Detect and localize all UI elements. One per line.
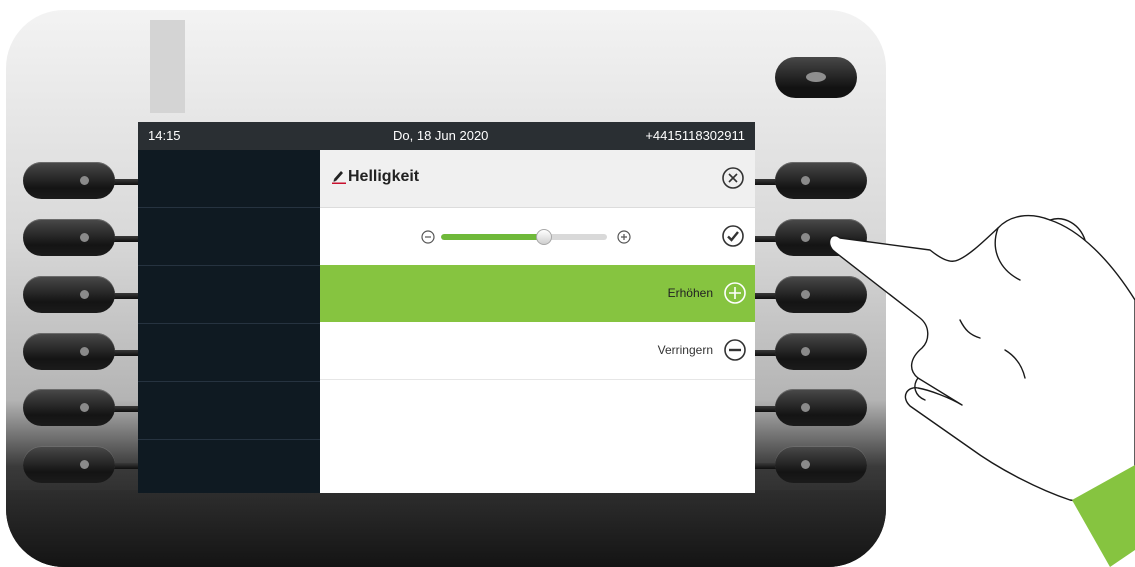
softkey-led (80, 460, 89, 469)
status-phone-number: +4415118302911 (645, 128, 745, 143)
left-key-labels-pane (138, 150, 320, 493)
left-key-label-row (138, 208, 320, 266)
pencil-icon (332, 171, 346, 184)
status-time: 14:15 (148, 128, 181, 143)
left-softkey-2[interactable] (23, 219, 115, 256)
call-indicator-light (150, 20, 185, 113)
top-right-key[interactable] (775, 57, 857, 98)
brightness-slider-knob[interactable] (535, 229, 552, 245)
left-softkey-6[interactable] (23, 446, 115, 483)
left-softkey-4[interactable] (23, 333, 115, 370)
softkey-led (80, 290, 89, 299)
status-bar: 14:15 Do, 18 Jun 2020 +4415118302911 (138, 122, 755, 150)
brightness-slider-fill (441, 234, 544, 240)
left-key-label-row (138, 382, 320, 440)
menu-item-label: Verringern (657, 343, 713, 357)
slider-minus-icon[interactable] (421, 230, 435, 244)
left-softkey-1[interactable] (23, 162, 115, 199)
brightness-menu: Helligkeit Erhöhen Verringern (320, 150, 755, 493)
left-key-label-row (138, 324, 320, 382)
phone-display: 14:15 Do, 18 Jun 2020 +4415118302911 Hel… (138, 122, 755, 493)
top-key-indicator (806, 72, 826, 82)
menu-item-decrease[interactable]: Verringern (320, 322, 755, 380)
slider-plus-icon[interactable] (617, 230, 631, 244)
softkey-led (80, 176, 89, 185)
menu-title: Helligkeit (348, 168, 420, 185)
status-date: Do, 18 Jun 2020 (393, 128, 489, 143)
menu-item-label: Erhöhen (667, 286, 713, 300)
left-key-label-row (138, 150, 320, 208)
pointing-hand-illustration (828, 214, 1135, 567)
softkey-led (801, 176, 810, 185)
left-key-label-row (138, 440, 320, 493)
softkey-led (80, 403, 89, 412)
menu-header: Helligkeit (320, 150, 755, 208)
minus-circle-icon (724, 339, 746, 361)
brightness-slider-track[interactable] (441, 234, 607, 240)
left-key-label-row (138, 266, 320, 324)
phone-bezel-bottom (6, 490, 886, 567)
close-icon[interactable] (721, 166, 745, 190)
left-softkey-5[interactable] (23, 389, 115, 426)
softkey-led (80, 233, 89, 242)
menu-item-increase[interactable]: Erhöhen (320, 265, 755, 322)
confirm-check-icon[interactable] (721, 224, 745, 248)
plus-circle-icon (724, 282, 746, 304)
brightness-slider-row (320, 208, 755, 266)
left-softkey-3[interactable] (23, 276, 115, 313)
right-softkey-1[interactable] (775, 162, 867, 199)
softkey-led (80, 347, 89, 356)
